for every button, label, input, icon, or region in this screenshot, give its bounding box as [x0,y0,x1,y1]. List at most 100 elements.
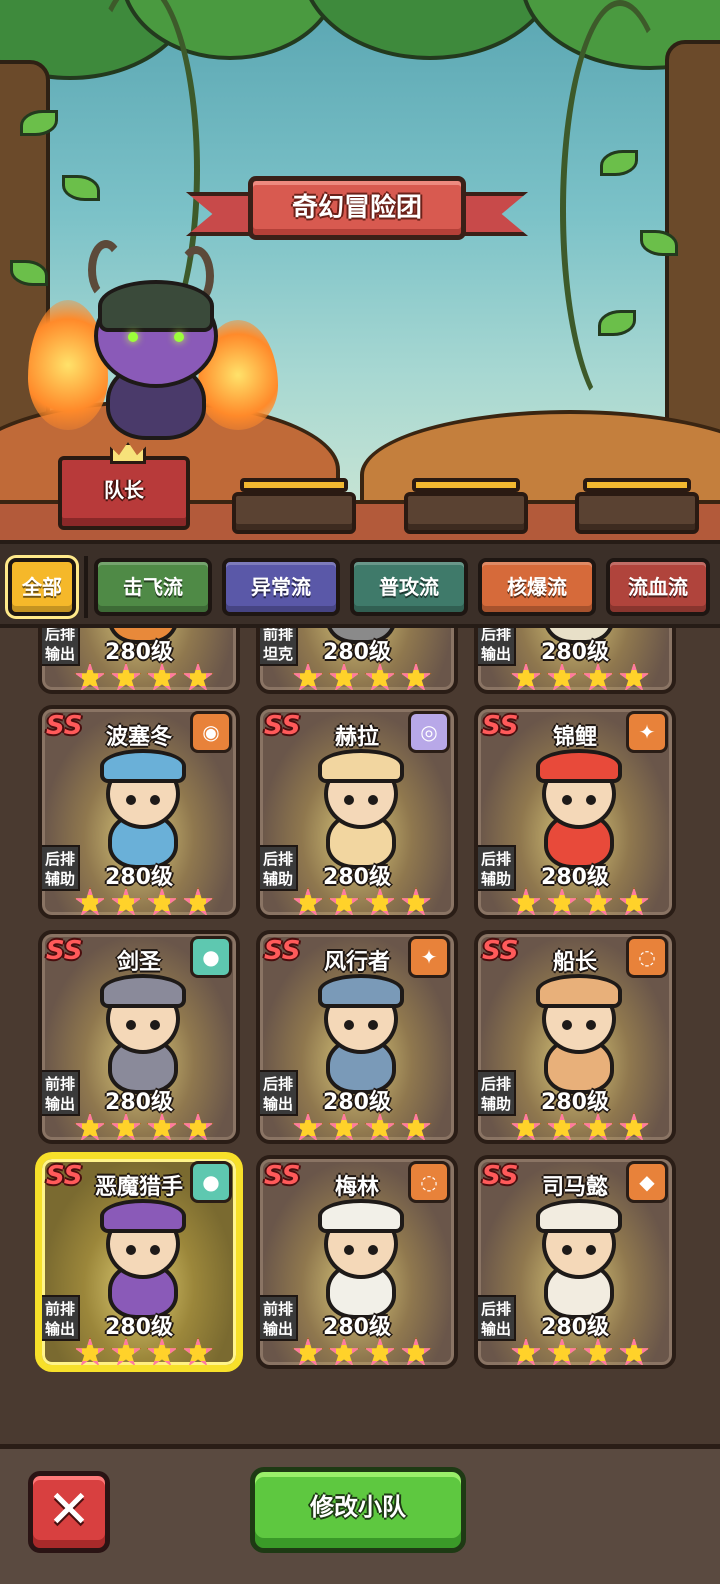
vine [560,0,680,420]
hero-eye [126,795,136,805]
star-icon [110,662,142,690]
star-rating [74,662,214,690]
hero-portrait [514,974,644,1094]
team-slot-2[interactable] [232,492,356,534]
team-scene: 奇幻冒险团 队长 [0,0,720,540]
hero-card[interactable]: 后排 输出 280级 [38,628,240,694]
hero-eye [126,1020,136,1030]
hero-hat [536,1199,622,1233]
hero-card[interactable]: SS 梅林 ◌ 前排 输出 280级 [256,1155,458,1369]
hero-card[interactable]: 后排 输出 280级 [474,628,676,694]
star-icon [146,887,178,915]
hero-eye [562,1245,572,1255]
hero-hat [318,749,404,783]
swirl-gem-icon: ◎ [408,711,450,753]
hero-eye [562,795,572,805]
star-rating [292,662,432,690]
hero-hat [318,1199,404,1233]
hero-eye [368,1020,378,1030]
star-icon [400,1112,432,1140]
star-icon [328,662,360,690]
hero-grid[interactable]: 后排 输出 280级 前排 坦克 280级 后排 输出 280级 SS 波塞冬 ◉ 后排 辅助 280级 SS… [0,628,720,1444]
star-icon [146,1112,178,1140]
tab-bleed[interactable]: 流血流 [606,558,710,616]
orb-gem-icon: ● [190,1161,232,1203]
sparkle-gem-icon: ✦ [626,711,668,753]
tab-basic-attack[interactable]: 普攻流 [350,558,468,616]
hero-card[interactable]: SS 风行者 ✦ 后排 输出 280级 [256,930,458,1144]
hero-card[interactable]: SS 剑圣 ● 前排 输出 280级 [38,930,240,1144]
star-icon [582,662,614,690]
leader-hero-avatar[interactable] [28,240,278,460]
team-slot-3[interactable] [404,492,528,534]
star-rating [292,887,432,915]
hero-hat [100,974,186,1008]
hero-card[interactable]: SS 恶魔猎手 ● 前排 输出 280级 [38,1155,240,1369]
star-icon [510,1337,542,1365]
star-icon [618,1337,650,1365]
hero-eye [368,795,378,805]
tab-abnormal[interactable]: 异常流 [222,558,340,616]
star-rating [510,1112,650,1140]
hero-portrait [514,1199,644,1319]
star-icon [292,662,324,690]
hero-eye [586,795,596,805]
star-icon [182,662,214,690]
hero-portrait [78,749,208,869]
star-rating [74,887,214,915]
star-rating [510,662,650,690]
hero-card[interactable]: SS 赫拉 ◎ 后排 辅助 280级 [256,705,458,919]
star-icon [182,1112,214,1140]
star-icon [546,662,578,690]
hero-card[interactable]: SS 锦鲤 ✦ 后排 辅助 280级 [474,705,676,919]
tab-nuke[interactable]: 核爆流 [478,558,596,616]
star-icon [146,662,178,690]
hero-card[interactable]: SS 波塞冬 ◉ 后排 辅助 280级 [38,705,240,919]
hero-eye [150,1020,160,1030]
filter-tabs: 全部 击飞流 异常流 普攻流 核爆流 流血流 [0,540,720,628]
hero-card[interactable]: SS 船长 ◌ 后排 辅助 280级 [474,930,676,1144]
star-icon [74,662,106,690]
star-icon [74,887,106,915]
team-slot-2-top [240,478,348,492]
star-icon [618,662,650,690]
hero-portrait [296,749,426,869]
tree-canopy [300,0,560,60]
hero-card[interactable]: 前排 坦克 280级 [256,628,458,694]
star-icon [182,1337,214,1365]
star-icon [74,1112,106,1140]
diamond-gem-icon: ◆ [626,1161,668,1203]
hero-portrait [78,1199,208,1319]
modify-team-button[interactable]: 修改小队 [250,1467,466,1553]
hero-card[interactable]: SS 司马懿 ◆ 后排 输出 280级 [474,1155,676,1369]
star-icon [74,1337,106,1365]
hero-portrait [296,1199,426,1319]
hero-portrait [78,974,208,1094]
star-icon [582,1337,614,1365]
leaf [20,110,58,136]
leader-pedestal[interactable]: 队长 [58,442,190,530]
ring-gem-icon: ◌ [408,1161,450,1203]
team-slot-3-top [412,478,520,492]
hero-hat [536,974,622,1008]
hero-eye [128,332,138,342]
hero-eye [344,1020,354,1030]
hero-hat [318,974,404,1008]
tab-knockup[interactable]: 击飞流 [94,558,212,616]
tab-all[interactable]: 全部 [8,558,76,616]
star-icon [328,1112,360,1140]
team-slot-4[interactable] [575,492,699,534]
hero-eye [150,795,160,805]
team-title: 奇幻冒险团 [248,176,466,240]
star-icon [618,887,650,915]
star-icon [510,887,542,915]
close-button[interactable]: ✕ [28,1471,110,1553]
star-icon [546,887,578,915]
star-rating [292,1112,432,1140]
hero-eye [174,332,184,342]
hero-mask [98,280,214,332]
hero-hat [100,749,186,783]
tab-divider [84,556,88,618]
hero-eye [586,1020,596,1030]
hero-eye [368,1245,378,1255]
